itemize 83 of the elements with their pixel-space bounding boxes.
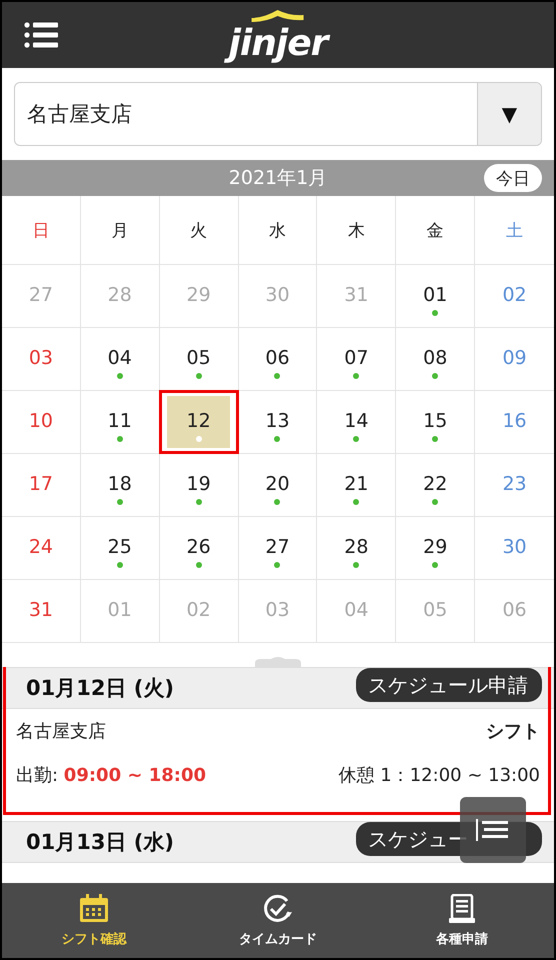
day-date: 01月13日 (水) (26, 829, 174, 856)
day-cell[interactable]: 18 (88, 458, 151, 512)
select-value: 名古屋支店 (26, 101, 133, 128)
day-number[interactable]: 11 (108, 410, 132, 432)
day-number[interactable]: 27 (265, 536, 290, 558)
day-cell[interactable]: 19 (167, 458, 230, 512)
today-button[interactable]: 今日 (484, 164, 542, 192)
day-number[interactable]: 21 (344, 472, 368, 495)
day-cell[interactable]: 07 (325, 332, 388, 386)
weekday-label: 月 (80, 196, 160, 265)
day-cell[interactable]: 28 (325, 522, 388, 574)
work-hours: 出勤: 09:00 ~ 18:00 (16, 764, 206, 787)
roof-icon (250, 8, 306, 22)
day-number[interactable]: 29 (423, 536, 448, 558)
day-number[interactable]: 03 (28, 346, 53, 369)
tab[interactable]: 各種申請 (370, 883, 554, 958)
day-number[interactable]: 05 (186, 346, 211, 369)
day-cell[interactable]: 29 (404, 522, 466, 574)
day-number[interactable]: 17 (28, 472, 53, 495)
day-cell[interactable]: 27 (246, 522, 309, 574)
day-cell[interactable]: 15 (404, 396, 466, 448)
day-number[interactable]: 22 (423, 472, 448, 495)
day-number[interactable]: 20 (265, 472, 290, 495)
day-cell[interactable]: 01 (404, 270, 466, 322)
day-cell[interactable]: 26 (167, 522, 230, 574)
weekday-label: 水 (238, 196, 318, 265)
day-number[interactable]: 07 (344, 346, 368, 369)
day-cell[interactable]: 22 (404, 458, 466, 512)
day-cell[interactable]: 08 (404, 332, 466, 386)
break-time: 休憩 1：12:00 ~ 13:00 (338, 764, 540, 787)
day-cell[interactable]: 06 (246, 332, 309, 386)
day-cell[interactable]: 24 (10, 522, 72, 574)
day-number[interactable]: 18 (108, 472, 132, 495)
day-number[interactable]: 25 (108, 536, 132, 558)
day-number[interactable]: 28 (344, 536, 368, 558)
weekday-label: 木 (317, 196, 396, 265)
day-number[interactable]: 26 (186, 536, 211, 558)
calendar-icon (78, 894, 110, 924)
day-number[interactable]: 04 (108, 346, 132, 369)
day-cell[interactable]: 14 (325, 396, 388, 448)
day-number[interactable]: 13 (265, 410, 290, 432)
day-number[interactable]: 06 (265, 346, 290, 369)
tab[interactable]: シフト確認 (2, 883, 186, 958)
day-number[interactable]: 24 (28, 536, 53, 558)
day-number[interactable]: 19 (186, 472, 211, 495)
day-date: 01月12日 (火) (26, 675, 174, 702)
app-logo: jinjer (220, 22, 336, 66)
selected-day[interactable]: 12 (167, 396, 230, 448)
store-name: 名古屋支店 (16, 720, 106, 743)
clock-check-icon (262, 894, 294, 924)
day-cell[interactable]: 11 (88, 396, 151, 448)
day-number[interactable]: 14 (344, 410, 368, 432)
menu-button[interactable] (24, 22, 58, 48)
weekday-label: 火 (160, 196, 239, 265)
day-cell[interactable]: 17 (10, 458, 72, 512)
tab[interactable]: タイムカード (186, 883, 370, 958)
store-select[interactable]: 名古屋支店 ▼ (14, 82, 542, 146)
day-cell[interactable]: 03 (10, 332, 72, 386)
schedule-request-button[interactable]: スケジュール申請 (356, 668, 542, 702)
list-icon (476, 819, 510, 841)
day-number[interactable]: 15 (423, 410, 448, 432)
day-number[interactable]: 10 (28, 410, 53, 432)
menu-icon (24, 22, 58, 48)
day-cell[interactable]: 05 (167, 332, 230, 386)
day-cell[interactable]: 13 (246, 396, 309, 448)
day-cell[interactable]: 25 (88, 522, 151, 574)
shift-type: シフト (486, 720, 540, 743)
weekday-label: 日 (2, 196, 81, 265)
month-title: 2021年1月 (228, 166, 328, 191)
day-number[interactable]: 01 (423, 284, 448, 306)
day-cell[interactable]: 20 (246, 458, 309, 512)
weekday-label: 土 (475, 196, 554, 265)
weekday-label: 金 (396, 196, 476, 265)
day-cell[interactable]: 10 (10, 396, 72, 448)
document-icon (448, 894, 476, 924)
day-number[interactable]: 08 (423, 346, 448, 369)
day-number[interactable]: 31 (28, 598, 53, 621)
day-cell[interactable]: 21 (325, 458, 388, 512)
day-cell[interactable]: 31 (10, 584, 72, 638)
drag-handle[interactable] (253, 655, 303, 667)
day-number[interactable]: 12 (186, 410, 211, 432)
dropdown-button[interactable]: ▼ (477, 83, 541, 145)
day-cell[interactable]: 04 (88, 332, 151, 386)
